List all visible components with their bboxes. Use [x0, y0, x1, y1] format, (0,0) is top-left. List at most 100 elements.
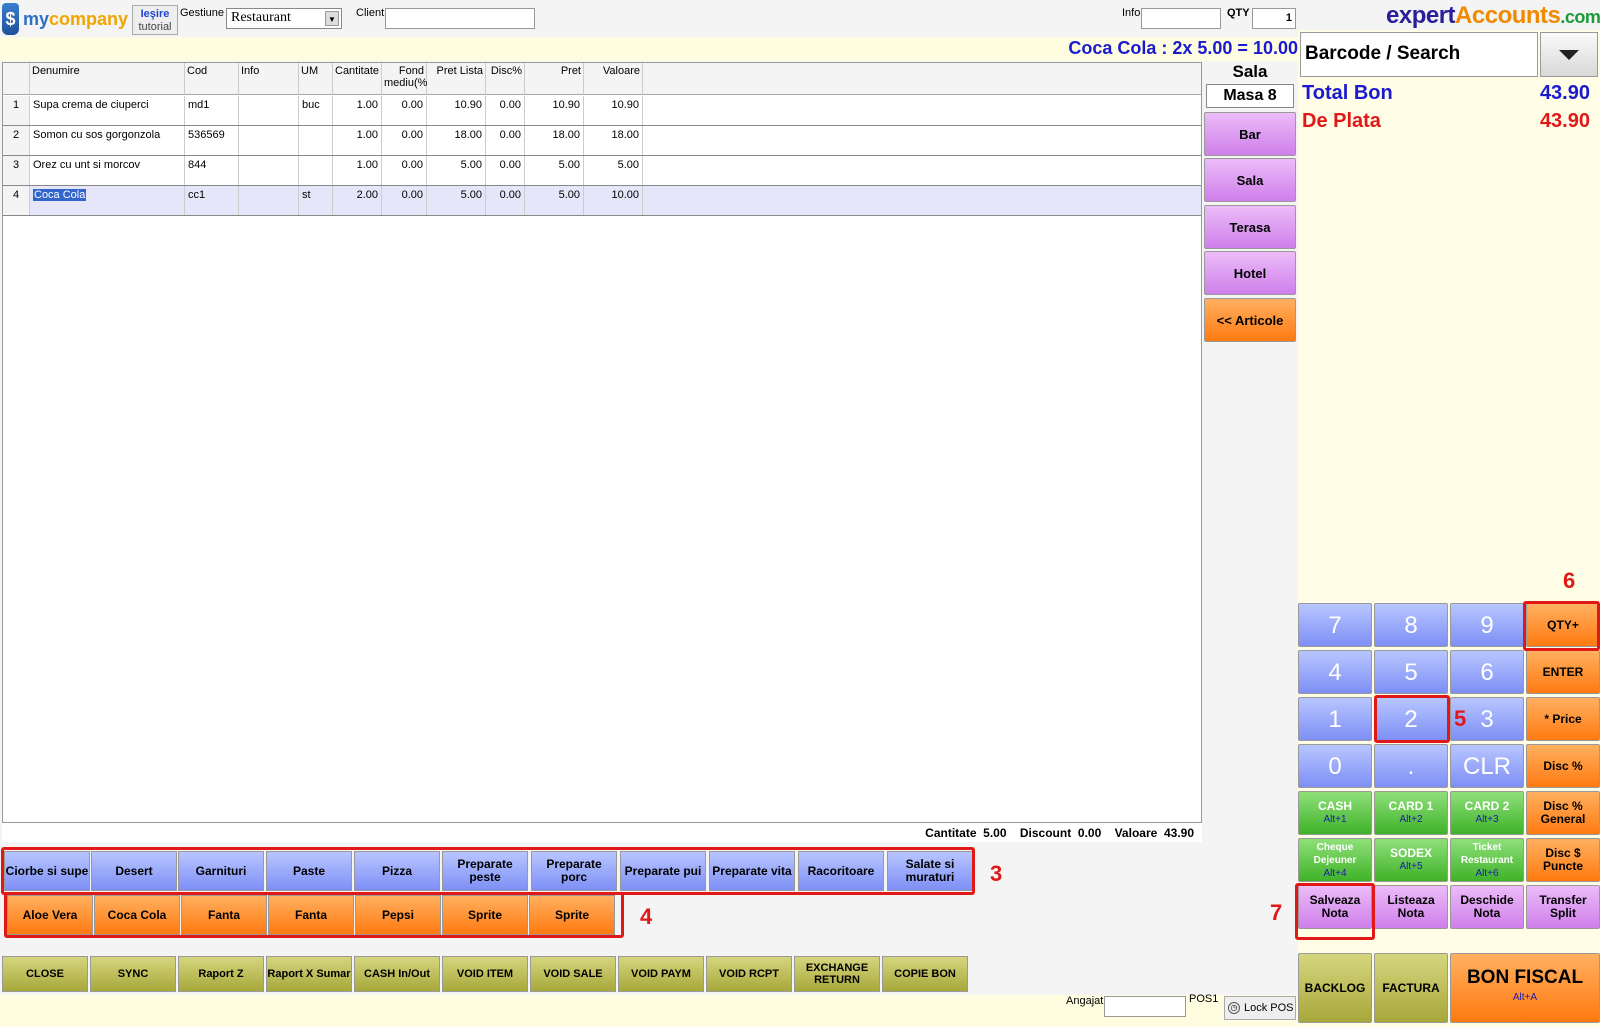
cheque-dejeuner-button[interactable]: Cheque Dejeuner Alt+4 — [1298, 838, 1372, 882]
key-clr[interactable]: CLR — [1450, 744, 1524, 788]
column-header-info[interactable]: Info — [239, 63, 299, 95]
disc-general-button[interactable]: Disc % General — [1526, 791, 1600, 835]
cell-valoare[interactable]: 10.90 — [584, 96, 643, 125]
cell-cod[interactable]: 844 — [185, 156, 239, 185]
cell-cantitate[interactable]: 1.00 — [333, 96, 382, 125]
cell-valoare[interactable]: 10.00 — [584, 186, 643, 215]
masa-display[interactable]: Masa 8 — [1206, 84, 1294, 108]
sala-hotel-button[interactable]: Hotel — [1204, 251, 1296, 295]
disc-percent-button[interactable]: Disc % — [1526, 744, 1600, 788]
void-paym-button[interactable]: VOID PAYM — [618, 956, 704, 992]
qty-input[interactable]: 1 — [1252, 8, 1296, 29]
cell-disc[interactable]: 0.00 — [486, 126, 525, 155]
cell-um[interactable]: buc — [299, 96, 333, 125]
column-header-cod[interactable]: Cod — [185, 63, 239, 95]
cell-pret[interactable]: 5.00 — [525, 186, 584, 215]
cell-cantitate[interactable]: 1.00 — [333, 156, 382, 185]
cell-cod[interactable]: cc1 — [185, 186, 239, 215]
card2-button[interactable]: CARD 2 Alt+3 — [1450, 791, 1524, 835]
angajat-input[interactable] — [1104, 996, 1186, 1017]
bon-fiscal-button[interactable]: BON FISCAL Alt+A — [1450, 953, 1600, 1023]
cash-in-out-button[interactable]: CASH In/Out — [354, 956, 440, 992]
cell-pret-lista[interactable]: 5.00 — [427, 156, 486, 185]
cell-disc[interactable]: 0.00 — [486, 186, 525, 215]
cell-pret-lista[interactable]: 10.90 — [427, 96, 486, 125]
exchange-return-button[interactable]: EXCHANGE RETURN — [794, 956, 880, 992]
void-rcpt-button[interactable]: VOID RCPT — [706, 956, 792, 992]
cell-cod[interactable]: md1 — [185, 96, 239, 125]
cash-button[interactable]: CASH Alt+1 — [1298, 791, 1372, 835]
cell-denumire[interactable]: Supa crema de ciuperci — [30, 96, 185, 125]
cell-info[interactable] — [239, 186, 299, 215]
cell-fond[interactable]: 0.00 — [382, 126, 427, 155]
exit-tutorial-button[interactable]: Ieşire tutorial — [132, 5, 178, 35]
cell-um[interactable] — [299, 156, 333, 185]
order-grid[interactable]: Denumire Cod Info UM Cantitate Fond medi… — [2, 62, 1202, 842]
column-header-um[interactable]: UM — [299, 63, 333, 95]
table-row[interactable]: 3 Orez cu unt si morcov 844 1.00 0.00 5.… — [3, 156, 1201, 186]
chevron-down-icon[interactable]: ▼ — [325, 11, 339, 26]
backlog-button[interactable]: BACKLOG — [1298, 953, 1372, 1023]
listeaza-nota-button[interactable]: Listeaza Nota — [1374, 885, 1448, 929]
raport-z-button[interactable]: Raport Z — [178, 956, 264, 992]
cell-cantitate[interactable]: 1.00 — [333, 126, 382, 155]
cell-denumire-editing[interactable]: Coca Cola — [30, 186, 185, 215]
cell-fond[interactable]: 0.00 — [382, 156, 427, 185]
sync-button[interactable]: SYNC — [90, 956, 176, 992]
cell-fond[interactable]: 0.00 — [382, 186, 427, 215]
cell-pret[interactable]: 10.90 — [525, 96, 584, 125]
key-1[interactable]: 1 — [1298, 697, 1372, 741]
cell-cantitate[interactable]: 2.00 — [333, 186, 382, 215]
key-5[interactable]: 5 — [1374, 650, 1448, 694]
table-row-selected[interactable]: 4 Coca Cola cc1 st 2.00 0.00 5.00 0.00 5… — [3, 186, 1201, 216]
cell-denumire[interactable]: Orez cu unt si morcov — [30, 156, 185, 185]
cell-disc[interactable]: 0.00 — [486, 96, 525, 125]
disc-puncte-button[interactable]: Disc $ Puncte — [1526, 838, 1600, 882]
key-dot[interactable]: . — [1374, 744, 1448, 788]
column-header-pret[interactable]: Pret — [525, 63, 584, 95]
column-header-fond[interactable]: Fond mediu(% — [382, 63, 427, 95]
enter-button[interactable]: ENTER — [1526, 650, 1600, 694]
cell-valoare[interactable]: 5.00 — [584, 156, 643, 185]
key-6[interactable]: 6 — [1450, 650, 1524, 694]
cell-pret[interactable]: 5.00 — [525, 156, 584, 185]
cell-pret-lista[interactable]: 5.00 — [427, 186, 486, 215]
column-header-denumire[interactable]: Denumire — [30, 63, 185, 95]
table-row[interactable]: 2 Somon cu sos gorgonzola 536569 1.00 0.… — [3, 126, 1201, 156]
sodex-button[interactable]: SODEX Alt+5 — [1374, 838, 1448, 882]
close-button[interactable]: CLOSE — [2, 956, 88, 992]
lock-pos-button[interactable]: ◷ Lock POS — [1224, 996, 1296, 1020]
sala-sala-button[interactable]: Sala — [1204, 158, 1296, 202]
void-item-button[interactable]: VOID ITEM — [442, 956, 528, 992]
cell-fond[interactable]: 0.00 — [382, 96, 427, 125]
client-input[interactable] — [385, 8, 535, 29]
articole-button[interactable]: << Articole — [1204, 298, 1296, 342]
cell-pret-lista[interactable]: 18.00 — [427, 126, 486, 155]
transfer-split-button[interactable]: Transfer Split — [1526, 885, 1600, 929]
cell-pret[interactable]: 18.00 — [525, 126, 584, 155]
price-button[interactable]: * Price — [1526, 697, 1600, 741]
search-dropdown-button[interactable] — [1540, 32, 1598, 77]
column-header-disc[interactable]: Disc% — [486, 63, 525, 95]
cell-info[interactable] — [239, 156, 299, 185]
barcode-search-input[interactable]: Barcode / Search — [1300, 32, 1538, 77]
column-header-valoare[interactable]: Valoare — [584, 63, 643, 95]
info-input[interactable] — [1141, 8, 1221, 29]
gestiune-select[interactable]: Restaurant ▼ — [226, 8, 342, 29]
key-4[interactable]: 4 — [1298, 650, 1372, 694]
key-8[interactable]: 8 — [1374, 603, 1448, 647]
cell-disc[interactable]: 0.00 — [486, 156, 525, 185]
deschide-nota-button[interactable]: Deschide Nota — [1450, 885, 1524, 929]
cell-info[interactable] — [239, 126, 299, 155]
copie-bon-button[interactable]: COPIE BON — [882, 956, 968, 992]
cell-cod[interactable]: 536569 — [185, 126, 239, 155]
cell-info[interactable] — [239, 96, 299, 125]
sala-bar-button[interactable]: Bar — [1204, 112, 1296, 156]
key-9[interactable]: 9 — [1450, 603, 1524, 647]
cell-um[interactable] — [299, 126, 333, 155]
column-header-cantitate[interactable]: Cantitate — [333, 63, 382, 95]
sala-terasa-button[interactable]: Terasa — [1204, 205, 1296, 249]
void-sale-button[interactable]: VOID SALE — [530, 956, 616, 992]
ticket-restaurant-button[interactable]: Ticket Restaurant Alt+6 — [1450, 838, 1524, 882]
key-0[interactable]: 0 — [1298, 744, 1372, 788]
